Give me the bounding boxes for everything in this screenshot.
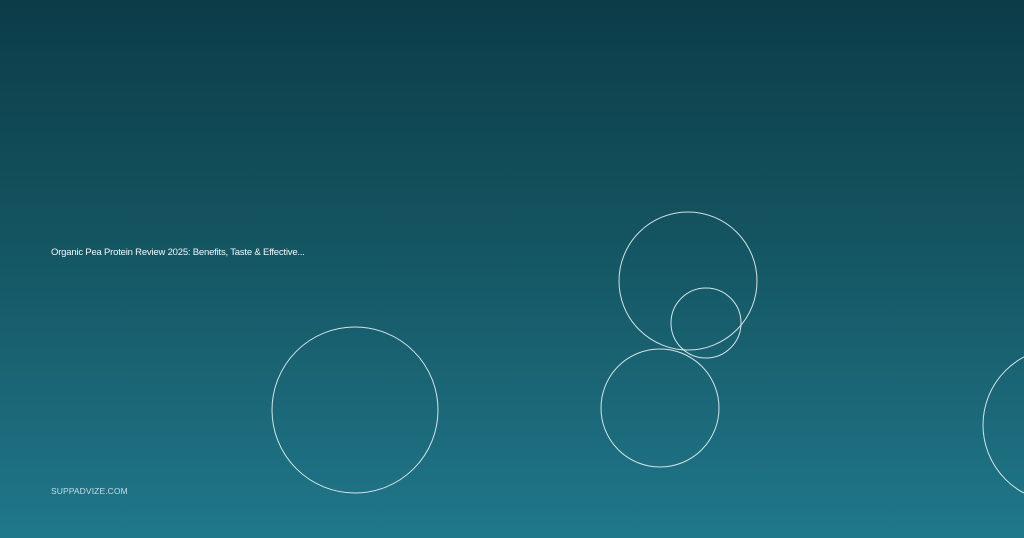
share-card: Organic Pea Protein Review 2025: Benefit… <box>0 0 1024 538</box>
decorative-circle-top-center <box>618 211 758 351</box>
page-title: Organic Pea Protein Review 2025: Benefit… <box>51 247 305 258</box>
site-name: SUPPADVIZE.COM <box>51 486 128 496</box>
decorative-circle-bottom-center <box>600 348 720 468</box>
decorative-circle-right-edge <box>982 356 1024 494</box>
decorative-circle-large-left <box>271 326 439 494</box>
decorative-circles <box>271 211 1024 494</box>
